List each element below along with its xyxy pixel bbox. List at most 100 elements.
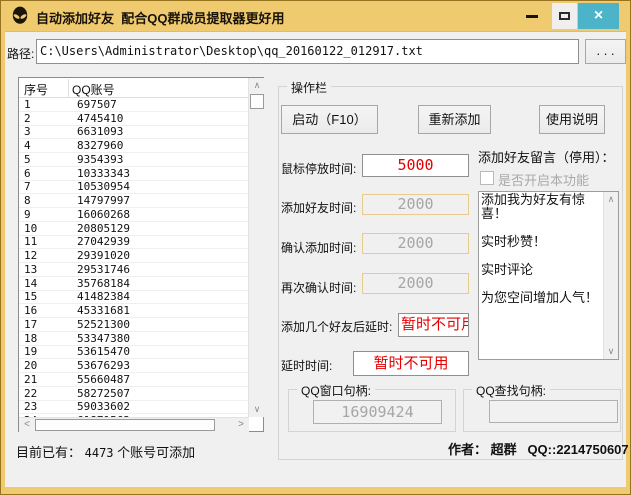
table-row[interactable]: 1 697507 (19, 98, 248, 112)
enable-feature-checkbox-row: 是否开启本功能 (480, 170, 589, 189)
scroll-left-icon[interactable]: < (19, 418, 35, 432)
row-qq-number: 14797997 (73, 194, 130, 207)
status-text: 目前已有： 4473 个账号可添加 (16, 442, 195, 461)
table-row[interactable]: 17 52521300 (19, 318, 248, 332)
row-index: 16 (19, 304, 73, 317)
table-row[interactable]: 2 4745410 (19, 112, 248, 126)
browse-button[interactable]: . . . (585, 39, 626, 64)
alien-icon (10, 6, 30, 26)
table-body: 1 697507 2 4745410 3 6631093 4 (19, 98, 248, 417)
table-row[interactable]: 19 53615470 (19, 346, 248, 360)
table-row[interactable]: 7 10530954 (19, 181, 248, 195)
readd-button[interactable]: 重新添加 (418, 105, 491, 134)
table-row[interactable]: 18 53347380 (19, 332, 248, 346)
row-qq-number: 45331681 (73, 304, 130, 317)
table-row[interactable]: 4 8327960 (19, 139, 248, 153)
table-row[interactable]: 23 59033602 (19, 401, 248, 415)
operations-group-label: 操作栏 (287, 79, 331, 96)
table-row[interactable]: 16 45331681 (19, 304, 248, 318)
confirm-add-time-input: 2000 (362, 233, 469, 254)
column-header-index[interactable]: 序号 (24, 81, 48, 98)
start-button[interactable]: 启动（F10） (281, 105, 378, 134)
row-index: 3 (19, 125, 73, 138)
row-index: 20 (19, 359, 73, 372)
title-bar[interactable]: 自动添加好友 配合QQ群成员提取器更好用 × (1, 1, 631, 31)
table-row[interactable]: 20 53676293 (19, 359, 248, 373)
row-qq-number: 4745410 (73, 112, 123, 125)
row-qq-number: 59033602 (73, 400, 130, 413)
scroll-up-icon[interactable]: ∧ (249, 78, 265, 93)
row-qq-number: 29531746 (73, 263, 130, 276)
horizontal-scroll-thumb[interactable] (35, 419, 215, 431)
row-index: 22 (19, 387, 73, 400)
table-row[interactable]: 10 20805129 (19, 222, 248, 236)
mouse-hover-time-input[interactable]: 5000 (362, 154, 469, 177)
table-row[interactable]: 3 6631093 (19, 126, 248, 140)
table-row[interactable]: 15 41482384 (19, 291, 248, 305)
row-qq-number: 10333343 (73, 167, 130, 180)
column-header-qq[interactable]: QQ账号 (72, 81, 115, 98)
horizontal-scrollbar[interactable]: < > (19, 417, 249, 432)
message-scrollbar[interactable]: ∧ ∨ (603, 192, 618, 359)
delay-after-count-input[interactable]: 暂时不可用 (398, 313, 469, 337)
row-qq-number: 6631093 (73, 125, 123, 138)
scroll-up-icon[interactable]: ∧ (604, 192, 618, 207)
row-qq-number: 53615470 (73, 345, 130, 358)
row-qq-number: 55660487 (73, 373, 130, 386)
minimize-icon (526, 15, 538, 18)
table-row[interactable]: 5 9354393 (19, 153, 248, 167)
table-row[interactable]: 6 10333343 (19, 167, 248, 181)
delay-after-count-label: 添加几个好友后延时: (281, 318, 392, 335)
friend-message-label: 添加好友留言（停用）： (478, 147, 615, 166)
row-index: 12 (19, 249, 73, 262)
path-input[interactable]: C:\Users\Administrator\Desktop\qq_201601… (36, 39, 579, 64)
row-qq-number: 29391020 (73, 249, 130, 262)
row-qq-number: 27042939 (73, 235, 130, 248)
window-title: 自动添加好友 配合QQ群成员提取器更好用 (36, 8, 284, 27)
table-row[interactable]: 14 35768184 (19, 277, 248, 291)
row-index: 4 (19, 139, 73, 152)
row-index: 23 (19, 400, 73, 413)
row-qq-number: 8327960 (73, 139, 123, 152)
row-index: 6 (19, 167, 73, 180)
table-row[interactable]: 9 16060268 (19, 208, 248, 222)
help-button[interactable]: 使用说明 (539, 105, 605, 134)
add-friend-time-label: 添加好友时间: (281, 199, 356, 216)
enable-feature-checkbox-label: 是否开启本功能 (498, 173, 589, 188)
table-row[interactable]: 22 58272507 (19, 387, 248, 401)
delay-time-input[interactable]: 暂时不可用 (353, 351, 469, 376)
row-qq-number: 16060268 (73, 208, 130, 221)
table-row[interactable]: 11 27042939 (19, 236, 248, 250)
path-label: 路径: (7, 45, 34, 62)
app-window: 自动添加好友 配合QQ群成员提取器更好用 × 路径: C:\Users\Admi… (0, 0, 631, 495)
row-qq-number: 35768184 (73, 277, 130, 290)
row-index: 13 (19, 263, 73, 276)
table-row[interactable]: 8 14797997 (19, 194, 248, 208)
table-row[interactable]: 12 29391020 (19, 249, 248, 263)
row-qq-number: 53676293 (73, 359, 130, 372)
qq-find-handle-label: QQ查找句柄: (472, 382, 550, 399)
author-credit: 作者： 超群 QQ::2214750607 (448, 439, 629, 458)
friend-message-text: 添加我为好友有惊喜！ 实时秒赞！ 实时评论 为您空间增加人气！ (481, 193, 600, 305)
table-row[interactable]: 21 55660487 (19, 373, 248, 387)
scroll-down-icon[interactable]: ∨ (604, 344, 618, 359)
row-index: 2 (19, 112, 73, 125)
vertical-scroll-thumb[interactable] (250, 94, 264, 109)
row-index: 9 (19, 208, 73, 221)
vertical-scrollbar[interactable]: ∧ ∨ (248, 78, 264, 417)
scroll-down-icon[interactable]: ∨ (249, 402, 265, 417)
maximize-icon (559, 12, 570, 20)
close-button[interactable]: × (578, 3, 619, 29)
row-index: 1 (19, 98, 73, 111)
enable-feature-checkbox (480, 171, 494, 185)
row-index: 14 (19, 277, 73, 290)
friend-message-textarea[interactable]: 添加我为好友有惊喜！ 实时秒赞！ 实时评论 为您空间增加人气！ ∧ ∨ (478, 191, 619, 360)
add-friend-time-input: 2000 (362, 194, 469, 215)
reconfirm-time-input: 2000 (362, 273, 469, 294)
minimize-button[interactable] (518, 2, 546, 29)
qq-window-handle-label: QQ窗口句柄: (297, 382, 375, 399)
maximize-button[interactable] (552, 3, 577, 29)
scroll-right-icon[interactable]: > (233, 418, 249, 432)
table-row[interactable]: 13 29531746 (19, 263, 248, 277)
row-index: 15 (19, 290, 73, 303)
